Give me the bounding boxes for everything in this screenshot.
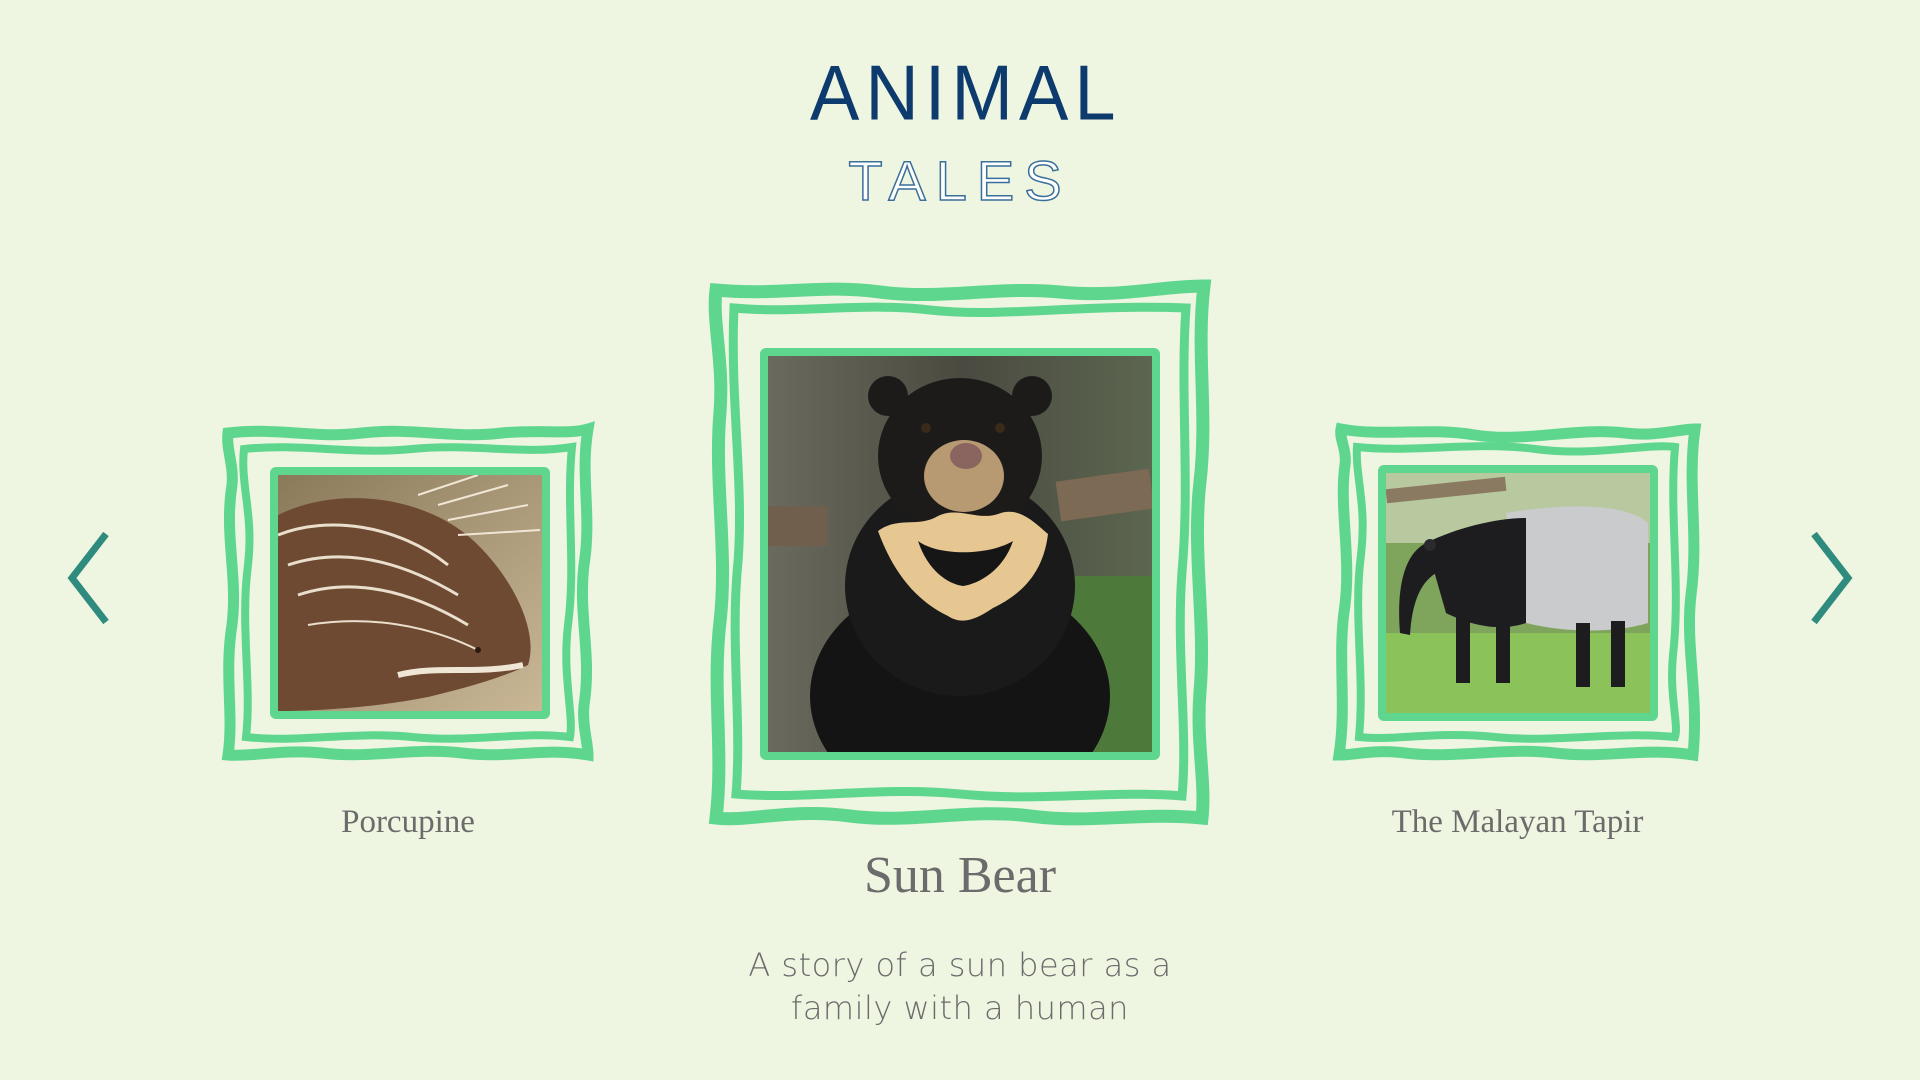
carousel-card-malayan-tapir[interactable] (1332, 422, 1702, 762)
carousel-next-button[interactable] (1806, 530, 1856, 626)
card-description-sun-bear: A story of a sun bear as a family with a… (748, 946, 1172, 1027)
chevron-right-icon (1811, 531, 1853, 625)
card-title-porcupine: Porcupine (341, 804, 475, 840)
sun-bear-photo (760, 348, 1160, 760)
logo-subtitle: TALES (848, 148, 1072, 213)
app-logo: ANIMAL TALES (810, 48, 1122, 220)
card-title-sun-bear: Sun Bear (863, 847, 1057, 904)
card-title-malayan-tapir: The Malayan Tapir (1391, 804, 1644, 840)
carousel-card-porcupine[interactable] (221, 421, 595, 762)
malayan-tapir-photo (1378, 465, 1658, 721)
chevron-left-icon (67, 531, 109, 625)
porcupine-photo (270, 467, 550, 719)
logo-title: ANIMAL (810, 48, 1122, 137)
carousel-prev-button[interactable] (64, 530, 114, 626)
carousel-card-sun-bear[interactable] (708, 279, 1212, 826)
